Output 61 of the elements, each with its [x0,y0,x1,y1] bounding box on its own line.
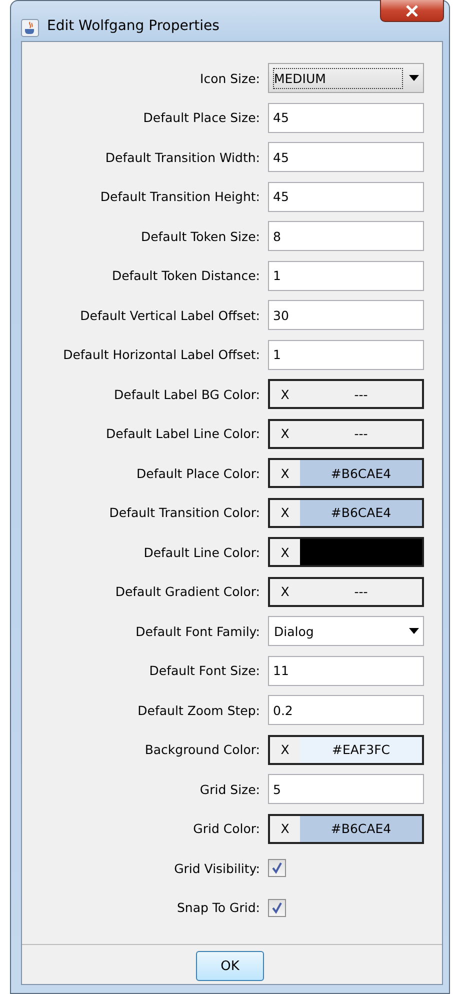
text-field[interactable]: 45 [268,142,424,172]
field-label: Grid Size: [198,782,261,796]
color-picker[interactable]: X --- [268,576,424,606]
color-picker[interactable]: X #EAF3FC [268,734,424,764]
field-label: Default Transition Color: [108,505,261,520]
field-label: Grid Color: [192,821,261,836]
field-label: Grid Visibility: [173,860,261,876]
color-picker[interactable]: X [268,537,424,567]
field-label: Default Zoom Step: [136,702,261,718]
text-field[interactable]: 45 [268,182,424,212]
color-picker[interactable]: X --- [268,379,424,409]
field-label: Default Font Family: [134,624,261,638]
field-label: Default Label BG Color: [113,386,261,402]
field-label: Default Place Size: [142,110,261,125]
cup-icon [21,19,39,37]
field-label: Background Color: [144,742,261,757]
field-label: Default Token Size: [140,228,261,244]
text-field[interactable]: 45 [268,102,424,132]
field-label: Default Gradient Color: [114,584,261,599]
field-label: Default Vertical Label Offset: [79,308,261,322]
field-label: Snap To Grid: [176,900,261,915]
color-swatch[interactable]: #B6CAE4 [300,816,422,842]
dropdown[interactable]: MEDIUM [268,63,424,93]
field-label: Default Token Distance: [110,268,261,283]
close-button[interactable] [380,0,444,22]
text-field[interactable]: 1 [268,260,424,290]
field-label: Default Horizontal Label Offset: [62,347,261,362]
ok-button[interactable]: OK [196,951,264,981]
text-field[interactable]: 30 [268,300,424,330]
field-label: Default Label Line Color: [105,426,261,441]
field-label: Default Font Size: [148,663,261,678]
color-swatch[interactable] [300,539,422,565]
close-icon [405,4,419,16]
color-picker[interactable]: X --- [268,418,424,448]
color-picker[interactable]: X #B6CAE4 [268,498,424,528]
check-icon [271,862,283,874]
color-swatch[interactable]: #B6CAE4 [300,500,422,526]
window-title: Edit Wolfgang Properties [47,17,220,35]
check-icon [271,902,283,914]
color-swatch[interactable]: --- [300,578,422,604]
text-field[interactable]: 0.2 [268,695,424,725]
text-field[interactable]: 8 [268,221,424,251]
dropdown-arrow-icon [409,628,419,634]
text-field[interactable]: 5 [268,774,424,804]
color-swatch[interactable]: #B6CAE4 [300,460,422,486]
color-picker[interactable]: X #B6CAE4 [268,458,424,488]
checkbox[interactable] [268,898,286,916]
text-field[interactable]: 1 [268,340,424,370]
field-label: Default Transition Height: [99,189,261,204]
color-picker[interactable]: X #B6CAE4 [268,814,424,844]
color-swatch[interactable]: --- [300,381,422,407]
field-label: Default Place Color: [136,466,261,480]
field-label: Default Line Color: [142,544,261,560]
color-swatch[interactable]: --- [300,420,422,446]
text-field[interactable]: 11 [268,656,424,686]
field-label: Icon Size: [199,70,261,86]
field-label: Default Transition Width: [104,150,261,164]
checkbox[interactable] [268,859,286,877]
color-swatch[interactable]: #EAF3FC [300,736,422,762]
dropdown[interactable]: Dialog [268,616,424,646]
dropdown-arrow-icon [409,75,419,81]
